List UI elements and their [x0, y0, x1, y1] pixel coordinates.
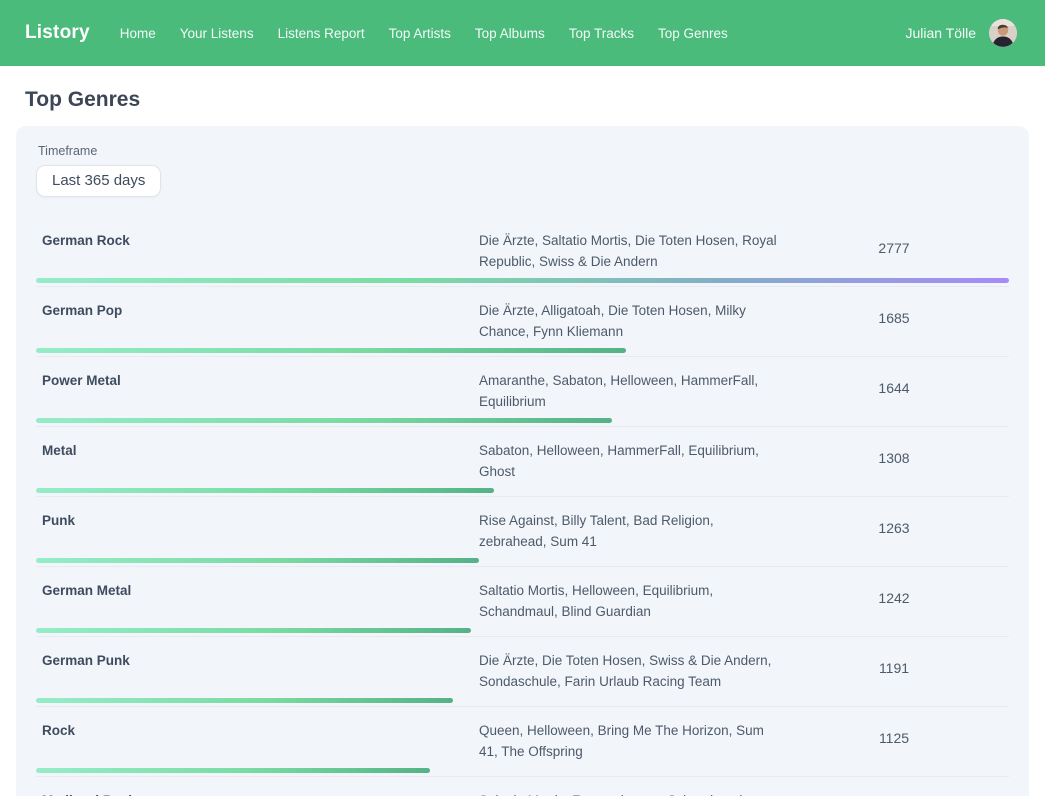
- genre-row: German Rock Die Ärzte, Saltatio Mortis, …: [36, 217, 1009, 286]
- nav-item-top-albums[interactable]: Top Albums: [475, 26, 545, 41]
- genre-bar: [36, 278, 1009, 283]
- genre-row: Rock Queen, Helloween, Bring Me The Hori…: [36, 706, 1009, 776]
- genre-artists: Queen, Helloween, Bring Me The Horizon, …: [479, 714, 779, 762]
- genre-count: 1123: [779, 784, 1009, 796]
- page-title: Top Genres: [25, 88, 1045, 112]
- genre-artists: Saltatio Mortis, Feuerschwanz, Schandmau…: [479, 784, 779, 796]
- nav-item-your-listens[interactable]: Your Listens: [180, 26, 254, 41]
- genre-name: Punk: [36, 504, 479, 552]
- genre-name: German Metal: [36, 574, 479, 622]
- genre-name: Power Metal: [36, 364, 479, 412]
- genre-count: 1685: [779, 294, 1009, 342]
- genre-row: Metal Sabaton, Helloween, HammerFall, Eq…: [36, 426, 1009, 496]
- genre-count: 1644: [779, 364, 1009, 412]
- genre-name: Rock: [36, 714, 479, 762]
- main-nav: Home Your Listens Listens Report Top Artist…: [120, 26, 728, 41]
- genre-bar: [36, 348, 626, 353]
- genre-artists: Rise Against, Billy Talent, Bad Religion…: [479, 504, 779, 552]
- genre-count: 1242: [779, 574, 1009, 622]
- genre-count: 2777: [779, 224, 1009, 272]
- genre-name: Medieval Rock: [36, 784, 479, 796]
- main-content: Top Genres Timeframe Last 365 days Germa…: [0, 88, 1045, 796]
- genre-bar: [36, 558, 479, 563]
- genre-row: German Pop Die Ärzte, Alligatoah, Die To…: [36, 286, 1009, 356]
- genre-row: Power Metal Amaranthe, Sabaton, Hellowee…: [36, 356, 1009, 426]
- genre-name: German Pop: [36, 294, 479, 342]
- genre-count: 1308: [779, 434, 1009, 482]
- genre-table: German Rock Die Ärzte, Saltatio Mortis, …: [36, 217, 1009, 796]
- user-name: Julian Tölle: [905, 25, 976, 41]
- top-genres-card: Timeframe Last 365 days German Rock Die …: [16, 126, 1029, 796]
- genre-count: 1191: [779, 644, 1009, 692]
- app-header: Listory Home Your Listens Listens Report To…: [0, 0, 1045, 66]
- nav-item-top-artists[interactable]: Top Artists: [389, 26, 451, 41]
- genre-name: German Punk: [36, 644, 479, 692]
- genre-name: German Rock: [36, 224, 479, 272]
- genre-bar: [36, 488, 494, 493]
- timeframe-dropdown[interactable]: Last 365 days: [36, 165, 161, 197]
- genre-artists: Die Ärzte, Saltatio Mortis, Die Toten Ho…: [479, 224, 779, 272]
- nav-item-listens-report[interactable]: Listens Report: [278, 26, 365, 41]
- app-logo[interactable]: Listory: [25, 22, 90, 44]
- genre-count: 1125: [779, 714, 1009, 762]
- nav-item-home[interactable]: Home: [120, 26, 156, 41]
- genre-bar: [36, 698, 453, 703]
- nav-item-top-genres[interactable]: Top Genres: [658, 26, 728, 41]
- timeframe-label: Timeframe: [38, 144, 1009, 158]
- genre-row: German Punk Die Ärzte, Die Toten Hosen, …: [36, 636, 1009, 706]
- genre-bar: [36, 768, 430, 773]
- genre-artists: Die Ärzte, Die Toten Hosen, Swiss & Die …: [479, 644, 779, 692]
- genre-bar: [36, 418, 612, 423]
- genre-artists: Sabaton, Helloween, HammerFall, Equilibr…: [479, 434, 779, 482]
- genre-artists: Die Ärzte, Alligatoah, Die Toten Hosen, …: [479, 294, 779, 342]
- genre-bar: [36, 628, 471, 633]
- genre-name: Metal: [36, 434, 479, 482]
- user-photo-icon: [989, 19, 1017, 47]
- genre-count: 1263: [779, 504, 1009, 552]
- genre-row: Medieval Rock Saltatio Mortis, Feuerschw…: [36, 776, 1009, 796]
- genre-row: Punk Rise Against, Billy Talent, Bad Rel…: [36, 496, 1009, 566]
- genre-artists: Saltatio Mortis, Helloween, Equilibrium,…: [479, 574, 779, 622]
- genre-artists: Amaranthe, Sabaton, Helloween, HammerFal…: [479, 364, 779, 412]
- nav-item-top-tracks[interactable]: Top Tracks: [569, 26, 634, 41]
- user-avatar[interactable]: [989, 19, 1017, 47]
- genre-row: German Metal Saltatio Mortis, Helloween,…: [36, 566, 1009, 636]
